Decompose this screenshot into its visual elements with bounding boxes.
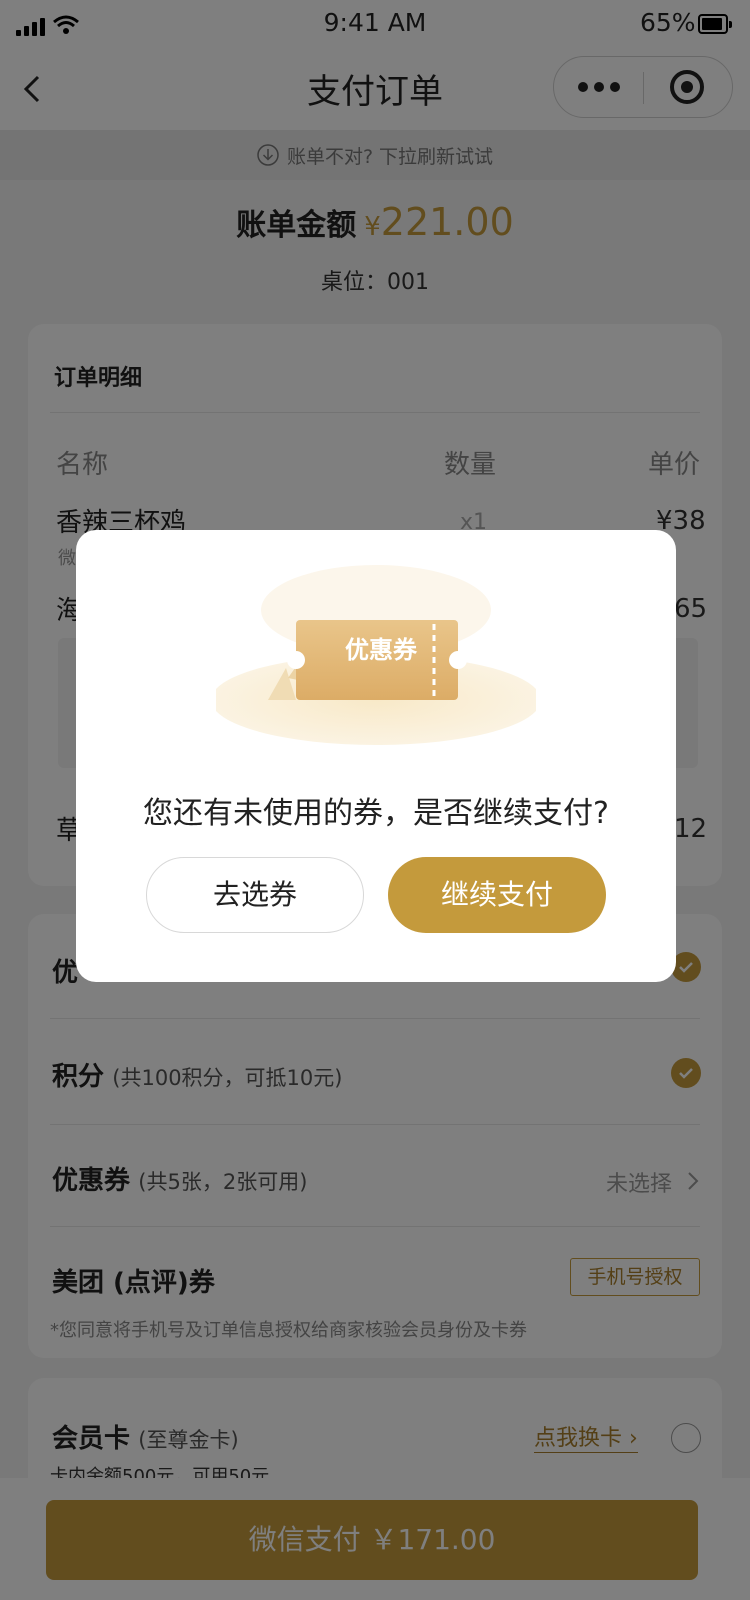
choose-coupon-button[interactable]: 去选券 <box>146 857 364 933</box>
unused-coupon-dialog: 优惠券 您还有未使用的券，是否继续支付? 去选券 继续支付 <box>76 530 676 982</box>
dialog-message: 您还有未使用的券，是否继续支付? <box>143 796 609 831</box>
coupon-label: 优惠券 <box>345 636 417 664</box>
continue-pay-button[interactable]: 继续支付 <box>388 857 606 933</box>
